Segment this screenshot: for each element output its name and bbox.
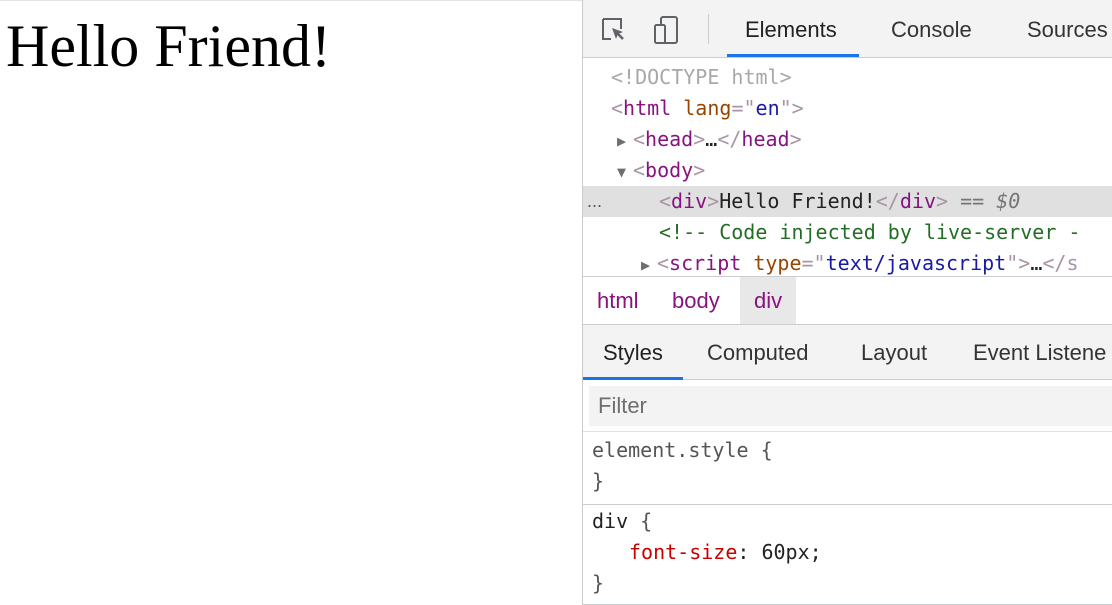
collapsed-ellipsis: … [705,127,718,151]
dom-node-html[interactable]: <html lang="en"> [583,93,1112,124]
rule-close-brace: } [592,469,605,493]
device-toolbar-icon[interactable] [651,14,683,46]
attr-lang: lang [683,96,732,120]
more-options-icon[interactable]: ... [587,186,602,217]
tab-sources[interactable]: Sources [1027,0,1108,57]
filter-input[interactable] [589,386,1112,426]
div-text-node: Hello Friend! [719,189,876,213]
css-declaration[interactable]: font-size: 60px; [629,537,822,568]
selected-node-marker: == $0 [960,189,1021,213]
dom-node-head[interactable]: ▶ <head>…</head> [583,124,1112,155]
expand-triangle-icon[interactable]: ▶ [641,250,657,276]
attr-type: type [753,251,802,275]
inspect-element-icon[interactable] [597,14,629,46]
tag-body: body [645,158,694,182]
breadcrumb-html[interactable]: html [597,277,639,324]
css-property-value[interactable]: 60px [761,540,809,564]
tag-html: html [623,96,672,120]
devtools-tabbar: Elements Console Sources [583,0,1112,58]
breadcrumb-body[interactable]: body [672,277,720,324]
tag-div: div [671,189,708,213]
dom-node-script[interactable]: ▶ <script type="text/javascript">…</s [583,248,1112,276]
page-viewport: Hello Friend! [0,0,582,605]
styles-tabbar: Styles Computed Layout Event Listene [583,325,1112,380]
expand-triangle-icon[interactable]: ▶ [617,126,633,157]
tab-elements[interactable]: Elements [727,0,859,57]
tab-layout[interactable]: Layout [861,325,927,379]
css-rule-element-style: element.style { } [583,432,1112,505]
devtools-panel: Elements Console Sources <!DOCTYPE html>… [582,0,1112,605]
tag-head: head [645,127,694,151]
tab-styles[interactable]: Styles [583,325,683,380]
tag-div-close: div [899,189,936,213]
tab-event-listeners[interactable]: Event Listene [973,325,1106,379]
tab-console[interactable]: Console [891,0,972,57]
dom-tree: <!DOCTYPE html> <html lang="en"> ▶ <head>… [583,58,1112,277]
dom-node-doctype[interactable]: <!DOCTYPE html> [583,62,1112,93]
rule-close-brace: } [592,571,605,595]
toolbar-divider [708,14,709,44]
dom-node-body[interactable]: ▼ <body> [583,155,1112,186]
filter-bar [583,380,1112,432]
css-property-name: font-size [629,540,738,564]
rule-selector[interactable]: element.style { [592,435,773,466]
breadcrumb: html body div [583,277,1112,325]
css-rule-div: div { font-size: 60px; } [583,505,1112,605]
tag-head-close: head [741,127,790,151]
page-heading: Hello Friend! [6,13,331,79]
rule-selector[interactable]: div { [592,506,652,537]
tag-script: script [669,251,742,275]
attr-lang-value: en [755,96,780,120]
dom-node-div-selected[interactable]: ... <div>Hello Friend!</div> == $0 [583,186,1112,217]
dom-node-comment[interactable]: <!-- Code injected by live-server - [583,217,1112,248]
tab-computed[interactable]: Computed [707,325,809,379]
attr-type-value: text/javascript [825,251,1007,275]
breadcrumb-div[interactable]: div [740,277,797,324]
collapse-triangle-icon[interactable]: ▼ [617,157,633,188]
